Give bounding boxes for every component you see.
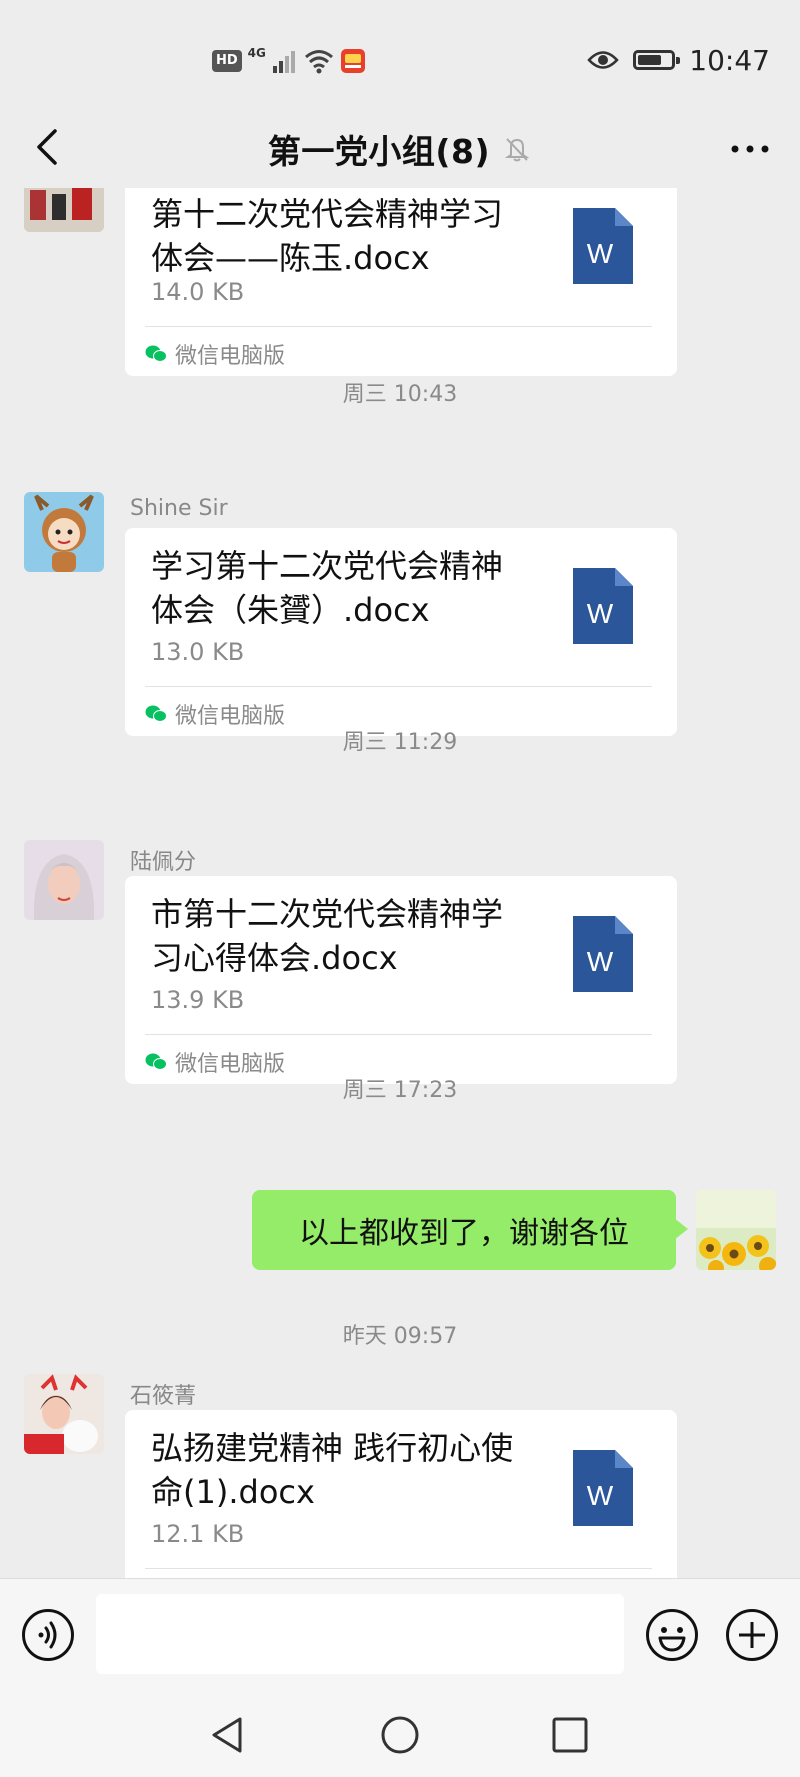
card-divider — [145, 326, 652, 327]
self-avatar[interactable] — [696, 1190, 776, 1270]
card-divider — [145, 686, 652, 687]
title-wrap: 第一党小组(8) — [0, 110, 800, 188]
more-button[interactable] — [722, 124, 778, 174]
nav-recents-button[interactable] — [540, 1705, 600, 1765]
file-message[interactable]: 市第十二次党代会精神学习心得体会.docx 13.9 KB W 微信电脑版 — [125, 876, 677, 1084]
svg-text:W: W — [587, 1480, 614, 1511]
eye-icon — [587, 51, 620, 69]
timestamp: 周三 10:43 — [342, 382, 458, 407]
message-text: 以上都收到了，谢谢各位 — [299, 1216, 629, 1251]
triangle-back-icon — [212, 1717, 242, 1753]
square-recents-icon — [552, 1717, 588, 1753]
file-name: 第十二次党代会精神学习体会——陈玉.docx — [151, 195, 504, 277]
status-bar: HD 4G 10:47 — [0, 0, 800, 110]
self-message-bubble[interactable]: 以上都收到了，谢谢各位 — [252, 1190, 688, 1270]
signal-icon — [272, 51, 295, 73]
file-name: 弘扬建党精神 践行初心使命(1).docx — [151, 1429, 514, 1511]
plus-circle-icon — [726, 1609, 778, 1661]
wechat-icon — [145, 345, 167, 362]
avatar[interactable] — [24, 188, 104, 232]
sender-name: 陆佩分 — [130, 850, 197, 875]
word-file-icon: W — [573, 1450, 633, 1526]
clock: 10:47 — [689, 43, 770, 77]
file-message[interactable]: 弘扬建党精神 践行初心使命(1).docx 12.1 KB W — [125, 1410, 677, 1578]
sender-name: Shine Sir — [130, 496, 228, 521]
more-dots-icon — [731, 145, 769, 153]
file-size: 14.0 KB — [151, 278, 245, 306]
file-name: 学习第十二次党代会精神体会（朱贇）.docx — [151, 547, 504, 629]
timestamp: 周三 17:23 — [342, 1078, 458, 1103]
file-size: 13.9 KB — [151, 986, 245, 1014]
timestamp: 周三 11:29 — [342, 730, 458, 755]
svg-text:W: W — [587, 946, 614, 977]
voice-button[interactable] — [20, 1607, 76, 1663]
add-button[interactable] — [724, 1607, 780, 1663]
emoji-icon — [646, 1609, 698, 1661]
word-file-icon: W — [573, 208, 633, 284]
battery-icon — [633, 50, 681, 70]
avatar-image — [24, 188, 104, 232]
card-divider — [145, 1034, 652, 1035]
avatar-image — [24, 492, 104, 572]
chat-title: 第一党小组(8) — [267, 132, 491, 171]
card-footer: 微信电脑版 — [145, 338, 285, 370]
hd-badge: HD — [212, 50, 242, 72]
word-file-icon: W — [573, 916, 633, 992]
status-right: 10:47 — [587, 40, 770, 80]
word-file-icon: W — [573, 568, 633, 644]
sender-name: 石筱菁 — [130, 1384, 197, 1409]
file-size: 13.0 KB — [151, 638, 245, 666]
file-name: 市第十二次党代会精神学习心得体会.docx — [151, 895, 504, 977]
file-message[interactable]: 第十二次党代会精神学习体会——陈玉.docx 14.0 KB W 微信电脑版 — [125, 188, 677, 376]
timestamp: 昨天 09:57 — [342, 1324, 458, 1349]
avatar[interactable] — [24, 492, 104, 572]
wifi-icon — [304, 50, 333, 74]
status-icons: HD 4G — [212, 44, 366, 78]
source-label: 微信电脑版 — [175, 344, 286, 369]
wechat-icon — [145, 1053, 167, 1070]
avatar-image — [696, 1190, 776, 1270]
card-divider — [145, 1568, 652, 1569]
input-bar — [0, 1578, 800, 1691]
file-message[interactable]: 学习第十二次党代会精神体会（朱贇）.docx 13.0 KB W 微信电脑版 — [125, 528, 677, 736]
nav-home-button[interactable] — [370, 1705, 430, 1765]
voice-icon — [22, 1609, 74, 1661]
nav-back-button[interactable] — [198, 1705, 258, 1765]
svg-text:W: W — [587, 598, 614, 629]
avatar[interactable] — [24, 1374, 104, 1454]
avatar-image — [24, 1374, 104, 1454]
file-size: 12.1 KB — [151, 1520, 245, 1548]
app-notification-icon — [340, 49, 365, 73]
avatar[interactable] — [24, 840, 104, 920]
system-nav-bar — [0, 1691, 800, 1777]
message-input[interactable] — [96, 1594, 624, 1674]
circle-home-icon — [381, 1716, 419, 1754]
avatar-image — [24, 840, 104, 920]
chat-header: 第一党小组(8) — [0, 110, 800, 188]
svg-text:W: W — [587, 238, 614, 269]
bell-off-icon — [504, 138, 530, 162]
emoji-button[interactable] — [644, 1607, 700, 1663]
wechat-icon — [145, 705, 167, 722]
chat-area[interactable]: 第十二次党代会精神学习体会——陈玉.docx 14.0 KB W 微信电脑版 周… — [0, 188, 800, 1578]
network-type-label: 4G — [247, 46, 266, 60]
battery-level — [638, 55, 662, 65]
